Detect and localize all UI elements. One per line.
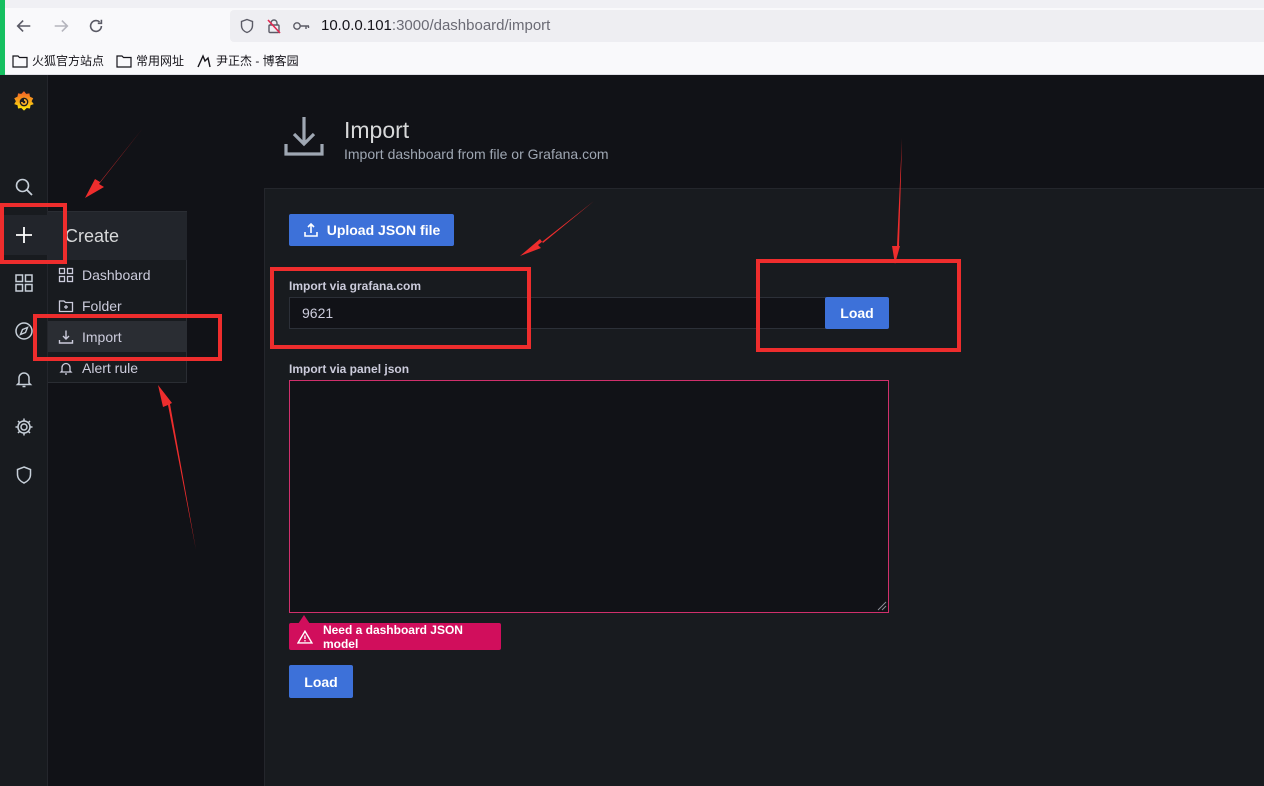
dashboards-grid-icon: [15, 274, 33, 292]
resize-handle-icon[interactable]: [875, 599, 887, 611]
sidebar-configuration[interactable]: [0, 407, 48, 447]
shield-icon: [16, 466, 32, 484]
load-button[interactable]: Load: [289, 665, 353, 698]
bookmark-firefox-site[interactable]: 火狐官方站点: [12, 52, 104, 69]
bookmark-label: 常用网址: [136, 54, 185, 68]
upload-json-label: Upload JSON file: [326, 222, 441, 238]
grafana-logo-icon: [14, 91, 34, 111]
menu-item-dashboard[interactable]: Dashboard: [48, 259, 187, 290]
sidebar-search[interactable]: [0, 167, 48, 207]
menu-item-label: Folder: [82, 297, 122, 314]
annotation-box-import: [33, 314, 222, 361]
annotation-arrow-import: [158, 385, 196, 550]
search-icon: [15, 178, 33, 196]
menu-item-label: Alert rule: [82, 359, 139, 376]
create-menu-header[interactable]: Create: [48, 212, 187, 260]
menu-item-label: Dashboard: [82, 266, 151, 283]
key-icon: [293, 22, 310, 30]
bookmarks-bar: [0, 45, 1264, 75]
reload-icon: [89, 19, 103, 33]
import-header-icon: [284, 117, 324, 156]
upload-icon: [303, 222, 318, 237]
error-text: Need a dashboard JSON model: [322, 622, 463, 651]
folder-plus-icon: [58, 299, 74, 312]
panel-json-textarea[interactable]: [289, 380, 889, 613]
bookmark-label: 尹正杰 - 博客园: [216, 54, 299, 68]
insecure-lock-icon: [267, 19, 281, 34]
sidebar-server-admin[interactable]: [0, 455, 48, 495]
bell-icon: [15, 372, 33, 388]
annotation-box-create: [0, 203, 67, 264]
bookmark-common-sites[interactable]: 常用网址: [116, 52, 184, 69]
url-text: 10.0.0.101:3000/dashboard/import: [321, 17, 550, 34]
annotation-box-load: [756, 259, 961, 352]
compass-icon: [15, 322, 33, 340]
panel-json-label: Import via panel json: [289, 362, 410, 376]
window-accent-bar: [0, 0, 5, 75]
url-path: :3000/dashboard/import: [391, 17, 551, 34]
browser-tab-strip: [0, 0, 1264, 8]
error-badge: Need a dashboard JSON model: [289, 622, 501, 651]
bookmark-label: 火狐官方站点: [32, 54, 105, 68]
arrow-right-icon: [54, 20, 69, 32]
warning-triangle-icon: [297, 629, 313, 644]
sidebar-alerting[interactable]: [0, 359, 48, 399]
grafana-logo[interactable]: [0, 82, 48, 122]
bell-icon: [59, 362, 73, 375]
folder-icon: [12, 54, 28, 68]
bookmark-blog[interactable]: 尹正杰 - 博客园: [196, 52, 299, 69]
arrow-left-icon: [16, 20, 31, 32]
dashboards-grid-icon: [58, 267, 74, 282]
url-host: 10.0.0.101: [321, 17, 392, 34]
page-title: Import: [344, 117, 410, 143]
blog-favicon-icon: [197, 53, 211, 67]
shield-icon: [240, 18, 254, 34]
address-bar[interactable]: 10.0.0.101:3000/dashboard/import: [230, 10, 1264, 42]
reload-button[interactable]: [85, 15, 107, 37]
page-subtitle: Import dashboard from file or Grafana.co…: [344, 146, 609, 162]
annotation-arrow-create: [85, 128, 143, 198]
upload-json-button[interactable]: Upload JSON file: [289, 214, 454, 246]
back-button[interactable]: [13, 15, 35, 37]
folder-icon: [116, 54, 132, 68]
annotation-box-grafana-input: [270, 267, 531, 349]
gear-icon: [15, 418, 33, 436]
sidebar-dashboards[interactable]: [0, 263, 48, 303]
forward-button[interactable]: [50, 15, 72, 37]
